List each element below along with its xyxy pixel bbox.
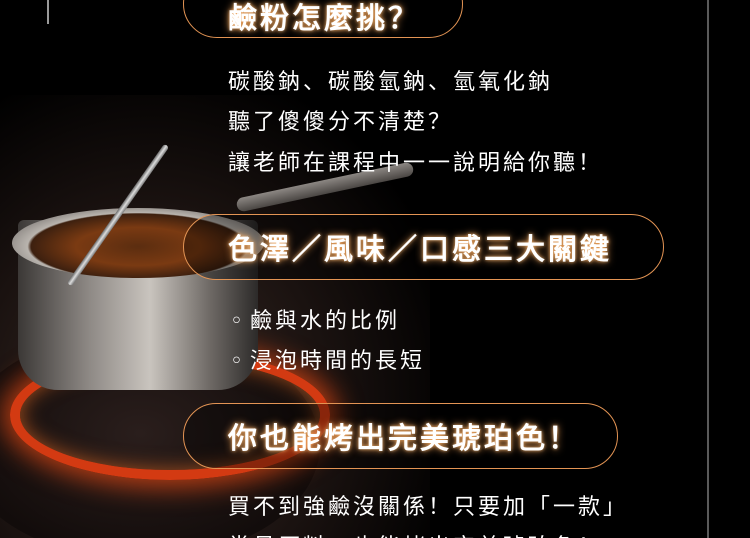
- section-heading-amber: 你也能烤出完美琥珀色！: [228, 421, 581, 455]
- bullet-item-text: 鹼與水的比例: [249, 309, 400, 334]
- bullet-item: ◦ 浸泡時間的長短: [230, 343, 425, 375]
- bullet-marker-icon: ◦: [230, 349, 246, 374]
- vertical-divider-right: [707, 0, 709, 538]
- outro-line-2: 常見原料，也能烤出完美琥珀色！: [228, 529, 603, 538]
- section-heading-pill-amber: 你也能烤出完美琥珀色！: [183, 403, 618, 469]
- intro-line-1: 碳酸鈉、碳酸氫鈉、氫氧化鈉: [228, 70, 554, 95]
- section-heading-pill-keys: 色澤／風味／口感三大關鍵: [183, 214, 664, 280]
- intro-line-2: 聽了傻傻分不清楚？: [228, 110, 454, 135]
- hero-scene: 鹼粉怎麼挑？ 碳酸鈉、碳酸氫鈉、氫氧化鈉 聽了傻傻分不清楚？ 讓老師在課程中一一…: [0, 0, 750, 538]
- bullet-marker-icon: ◦: [230, 309, 246, 334]
- intro-line-3: 讓老師在課程中一一說明給你聽！: [228, 151, 604, 176]
- outro-line-1: 買不到強鹼沒關係！只要加「一款」: [228, 495, 629, 520]
- bullet-item: ◦ 鹼與水的比例: [230, 303, 400, 335]
- section-heading-keys: 色澤／風味／口感三大關鍵: [228, 232, 613, 266]
- section-heading-alkali: 鹼粉怎麼挑？: [228, 1, 421, 35]
- vertical-divider-left: [47, 0, 49, 24]
- bullet-item-text: 浸泡時間的長短: [249, 349, 425, 374]
- section-heading-pill-alkali: 鹼粉怎麼挑？: [183, 0, 463, 38]
